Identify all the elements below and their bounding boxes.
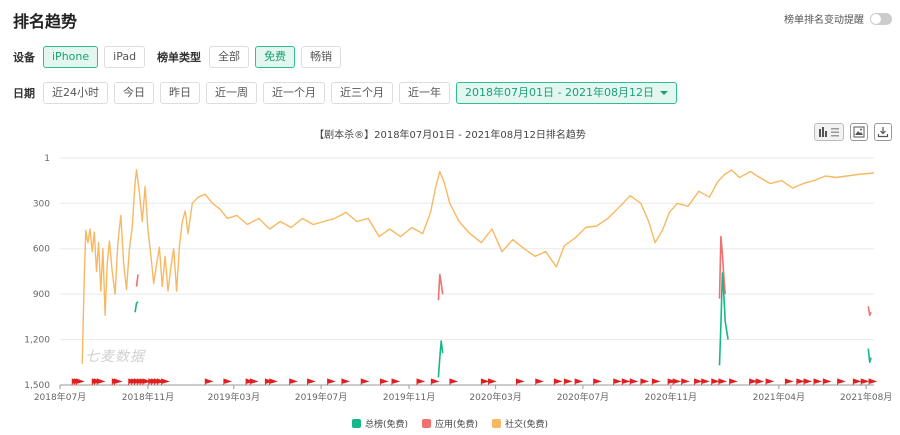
legend-item-social[interactable]: 社交(免费) [492, 417, 548, 430]
event-flag-icon [269, 378, 278, 385]
event-flag-icon [822, 378, 832, 385]
event-flag-icon [755, 378, 765, 385]
event-flag-icon [360, 378, 370, 385]
event-flag-icon [729, 378, 738, 385]
x-tick-label: 2019年11月 [383, 391, 435, 403]
x-tick-label: 2018年11月 [122, 391, 174, 403]
event-flag-icon [718, 378, 728, 385]
event-flag-icon [249, 378, 259, 385]
event-flag-icon [553, 378, 563, 385]
event-flag-icon [749, 378, 758, 385]
series-line-overall [134, 301, 139, 313]
rank-trend-chart: 1 300 600 900 1,200 1,5002018年07月 2018年11月 2019… [24, 154, 892, 403]
event-flag-icon [204, 378, 214, 385]
event-flag-icon [694, 378, 703, 385]
y-tick-label: 300 [33, 199, 50, 209]
y-tick-label: 1 [44, 154, 50, 164]
event-flag-icon [796, 378, 806, 385]
event-flag-icon [96, 378, 106, 385]
series-line-overall [437, 340, 444, 378]
event-flag-icon [289, 378, 298, 385]
event-flag-icon [672, 378, 682, 385]
event-flag-icon [784, 378, 794, 385]
legend-swatch-overall [351, 419, 361, 428]
x-tick-label: 2020年03月 [469, 391, 521, 403]
series-line-app [437, 273, 444, 301]
event-flag-icon [307, 378, 316, 385]
event-flag-icon [327, 378, 336, 385]
event-flag-icon [765, 378, 775, 385]
legend-label-app: 应用(免费) [434, 420, 479, 430]
legend-label-overall: 总榜(免费) [364, 420, 408, 430]
event-flag-icon [651, 378, 661, 385]
y-tick-label: 1,500 [24, 381, 50, 391]
y-tick-label: 900 [33, 290, 50, 300]
event-flag-icon [711, 378, 720, 385]
event-flag-icon [380, 378, 389, 385]
y-tick-label: 1,200 [24, 336, 50, 346]
event-flag-icon [341, 378, 351, 385]
y-tick-label: 600 [33, 245, 50, 255]
event-flag-icon [161, 378, 170, 385]
series-line-overall [867, 348, 872, 364]
event-flag-icon [391, 378, 401, 385]
x-tick-label: 2018年07月 [34, 391, 86, 403]
event-flag-icon [76, 378, 85, 385]
event-flag-icon [535, 378, 544, 385]
event-flag-icon [416, 378, 426, 385]
event-flag-icon [803, 378, 813, 385]
event-flag-icon [813, 378, 823, 385]
legend-item-app[interactable]: 应用(免费) [421, 417, 479, 430]
x-tick-label: 2019年07月 [295, 391, 347, 403]
event-flag-icon [640, 378, 650, 385]
event-flag-icon [593, 378, 602, 385]
watermark: 七麦数据 [85, 349, 145, 365]
series-line-app [867, 306, 872, 317]
event-flag-icon [852, 378, 862, 385]
event-flag-icon [701, 378, 710, 385]
x-tick-label: 2020年11月 [645, 391, 697, 403]
x-tick-label: 2019年03月 [208, 391, 260, 403]
event-flag-icon [449, 378, 459, 385]
legend-label-social: 社交(免费) [505, 420, 549, 430]
event-flag-icon [613, 378, 622, 385]
event-flag-icon [563, 378, 573, 385]
series-line-overall [718, 272, 729, 366]
legend-swatch-app [421, 419, 431, 428]
legend-swatch-social [492, 419, 502, 428]
series-line-app [135, 274, 139, 287]
legend-item-overall[interactable]: 总榜(免费) [351, 417, 408, 430]
event-flag-icon [574, 378, 584, 385]
event-flag-icon [868, 378, 878, 385]
event-flag-icon [629, 378, 639, 385]
event-flag-icon [621, 378, 631, 385]
event-flag-icon [681, 378, 690, 385]
event-flag-icon [860, 378, 870, 385]
series-line-social [81, 169, 875, 364]
event-flag-icon [488, 378, 497, 385]
chart-legend: 总榜(免费) 应用(免费) 社交(免费) [0, 417, 900, 430]
event-flag-icon [223, 378, 233, 385]
event-flag-icon [837, 378, 846, 385]
event-flag-icon [113, 378, 123, 385]
event-flag-icon [430, 378, 440, 385]
x-tick-label: 2021年08月 [840, 391, 892, 403]
x-tick-label: 2021年04月 [753, 391, 805, 403]
event-flag-icon [480, 378, 490, 385]
event-flag-icon [515, 378, 525, 385]
x-tick-label: 2020年07月 [557, 391, 609, 403]
